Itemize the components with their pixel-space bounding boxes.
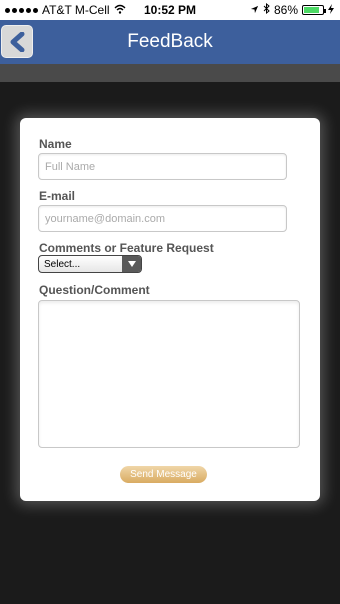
battery-icon	[302, 5, 326, 15]
battery-percent: 86%	[273, 3, 298, 17]
page-title: FeedBack	[127, 31, 213, 52]
status-bar: AT&T M-Cell 10:52 PM 86%	[0, 0, 340, 20]
email-label: E-mail	[39, 189, 76, 203]
nav-bar: FeedBack	[0, 20, 340, 64]
name-label: Name	[39, 137, 72, 151]
comments-label: Comments or Feature Request	[39, 241, 214, 255]
send-message-button[interactable]: Send Message	[120, 466, 207, 483]
question-label: Question/Comment	[39, 283, 150, 297]
comments-select[interactable]: Select...	[38, 255, 142, 273]
location-icon	[250, 3, 259, 17]
comments-select-value: Select...	[44, 259, 81, 270]
charging-icon	[328, 3, 334, 17]
chevron-down-icon	[122, 256, 141, 272]
email-input[interactable]	[38, 205, 287, 232]
bluetooth-icon	[263, 2, 270, 17]
question-textarea[interactable]	[38, 300, 300, 448]
name-input[interactable]	[38, 153, 287, 180]
feedback-form: Name E-mail Comments or Feature Request …	[20, 118, 320, 501]
nav-divider	[0, 64, 340, 82]
